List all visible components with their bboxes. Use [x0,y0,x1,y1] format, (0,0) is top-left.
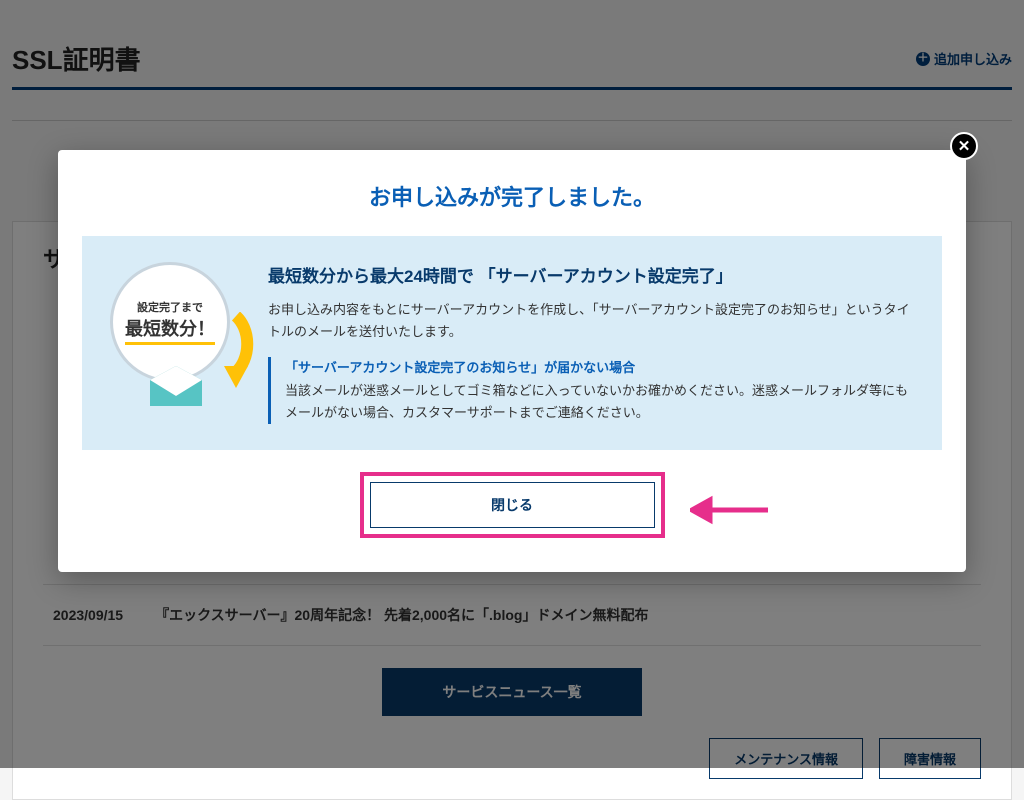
arrow-icon [214,312,258,392]
badge-line1: 設定完了まで [137,299,203,315]
close-icon[interactable]: ✕ [950,132,978,160]
close-button[interactable]: 閉じる [370,482,655,528]
info-note-body: 当該メールが迷惑メールとしてゴミ箱などに入っていないかお確かめください。迷惑メー… [285,380,914,424]
info-heading: 最短数分から最大24時間で 「サーバーアカウント設定完了」 [268,262,914,287]
modal-title: お申し込みが完了しました。 [82,180,942,212]
envelope-icon [146,366,206,410]
close-button-highlight: 閉じる [360,472,665,538]
info-note-title: 「サーバーアカウント設定完了のお知らせ」が届かない場合 [285,357,914,376]
info-paragraph: お申し込み内容をもとにサーバーアカウントを作成し、「サーバーアカウント設定完了の… [268,299,914,343]
annotation-arrow-icon [690,495,770,525]
completion-modal: ✕ お申し込みが完了しました。 設定完了まで 最短数分！ 最短数分から最大24時… [58,150,966,572]
badge-illustration: 設定完了まで 最短数分！ [110,262,240,402]
info-text: 最短数分から最大24時間で 「サーバーアカウント設定完了」 お申し込み内容をもと… [268,262,914,424]
badge-line2: 最短数分！ [125,315,215,345]
info-panel: 設定完了まで 最短数分！ 最短数分から最大24時間で 「サーバーアカウント設定完… [82,236,942,450]
time-badge-circle: 設定完了まで 最短数分！ [110,262,230,382]
info-note: 「サーバーアカウント設定完了のお知らせ」が届かない場合 当該メールが迷惑メールと… [268,357,914,424]
